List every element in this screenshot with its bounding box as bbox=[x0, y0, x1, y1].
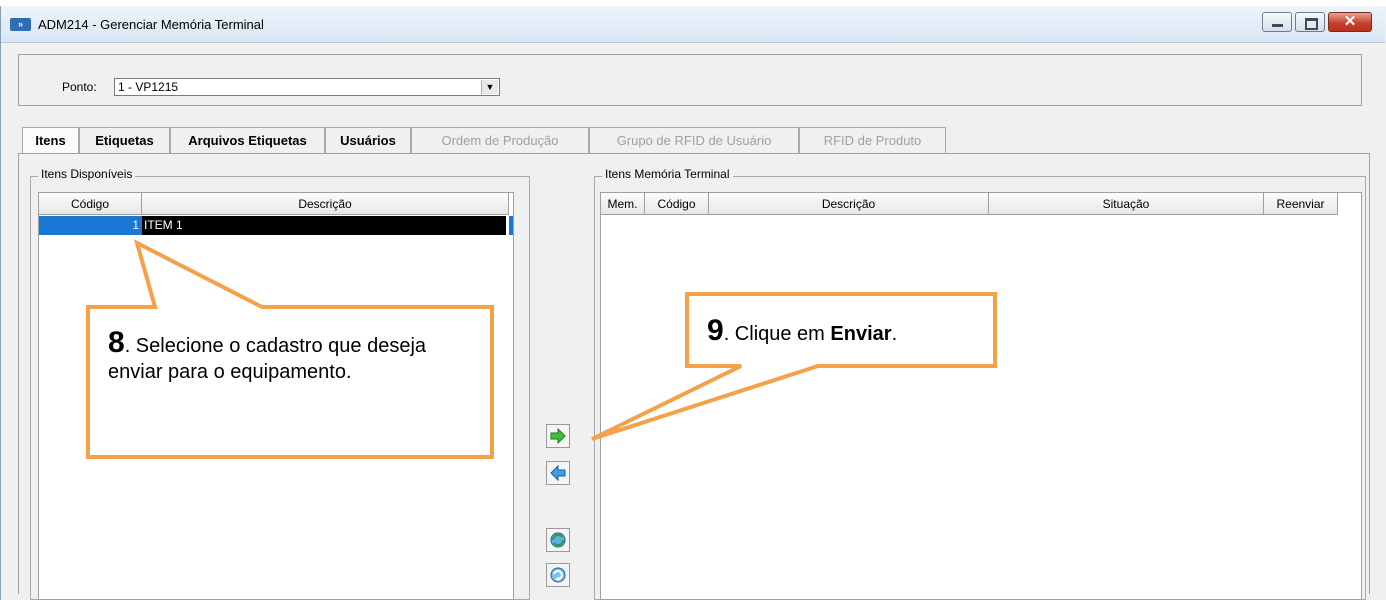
resend-icon bbox=[550, 567, 566, 583]
column-header-mem[interactable]: Mem. bbox=[601, 193, 645, 215]
table-row[interactable]: 1 ITEM 1 bbox=[39, 216, 511, 235]
callout-step-9-after: . bbox=[891, 323, 898, 345]
row-edge bbox=[509, 216, 513, 235]
app-icon: » bbox=[10, 18, 31, 31]
close-icon: ✕ bbox=[1343, 13, 1357, 30]
ponto-select[interactable]: 1 - VP1215 ▼ bbox=[114, 78, 500, 96]
column-header-situacao[interactable]: Situação bbox=[989, 193, 1264, 215]
tab-arquivos-etiquetas[interactable]: Arquivos Etiquetas bbox=[170, 127, 325, 153]
window-title: ADM214 - Gerenciar Memória Terminal bbox=[38, 17, 264, 32]
cell-codigo[interactable]: 1 bbox=[39, 216, 142, 235]
column-header-descricao[interactable]: Descrição bbox=[142, 193, 509, 215]
minimize-icon bbox=[1272, 24, 1283, 27]
arrow-right-icon bbox=[550, 427, 566, 445]
tab-ordem-producao: Ordem de Produção bbox=[411, 127, 589, 153]
tab-usuarios[interactable]: Usuários bbox=[325, 127, 411, 153]
terminal-items-title: Itens Memória Terminal bbox=[602, 167, 733, 181]
terminal-items-grid[interactable]: Mem. Código Descrição Situação Reenviar bbox=[600, 192, 1362, 600]
column-header-codigo[interactable]: Código bbox=[39, 193, 142, 215]
callout-step-8: 8. Selecione o cadastro que deseja envia… bbox=[108, 328, 478, 385]
send-right-button[interactable] bbox=[546, 424, 570, 448]
callout-step-8-number: 8 bbox=[108, 326, 125, 359]
title-bar: » ADM214 - Gerenciar Memória Terminal ✕ bbox=[1, 6, 1385, 43]
resend-button[interactable] bbox=[546, 563, 570, 587]
callout-step-8-text: . Selecione o cadastro que deseja enviar… bbox=[108, 335, 427, 383]
callout-step-9-text: . Clique em bbox=[723, 323, 831, 345]
minimize-button[interactable] bbox=[1262, 12, 1292, 32]
chevron-down-icon[interactable]: ▼ bbox=[481, 80, 498, 94]
tab-etiquetas[interactable]: Etiquetas bbox=[79, 127, 170, 153]
column-header-reenviar[interactable]: Reenviar bbox=[1264, 193, 1338, 215]
available-items-grid[interactable]: Código Descrição 1 ITEM 1 bbox=[38, 192, 514, 600]
column-header-codigo[interactable]: Código bbox=[645, 193, 709, 215]
tab-rfid-produto: RFID de Produto bbox=[799, 127, 946, 153]
refresh-button[interactable] bbox=[546, 528, 570, 552]
callout-step-9: 9. Clique em Enviar. bbox=[707, 316, 987, 347]
tab-itens[interactable]: Itens bbox=[22, 127, 79, 155]
maximize-button[interactable] bbox=[1295, 12, 1325, 32]
ponto-value: 1 - VP1215 bbox=[118, 80, 179, 94]
close-button[interactable]: ✕ bbox=[1328, 12, 1372, 32]
cell-descricao[interactable]: ITEM 1 bbox=[142, 216, 506, 235]
maximize-icon bbox=[1305, 18, 1318, 30]
callout-step-9-bold: Enviar bbox=[830, 323, 892, 345]
column-header-descricao[interactable]: Descrição bbox=[709, 193, 989, 215]
refresh-icon bbox=[550, 532, 566, 548]
available-items-title: Itens Disponíveis bbox=[38, 167, 136, 181]
arrow-left-icon bbox=[550, 464, 566, 482]
tab-grupo-rfid-usuario: Grupo de RFID de Usuário bbox=[589, 127, 799, 153]
callout-step-9-number: 9 bbox=[707, 314, 724, 347]
send-left-button[interactable] bbox=[546, 461, 570, 485]
ponto-label: Ponto: bbox=[62, 80, 97, 94]
